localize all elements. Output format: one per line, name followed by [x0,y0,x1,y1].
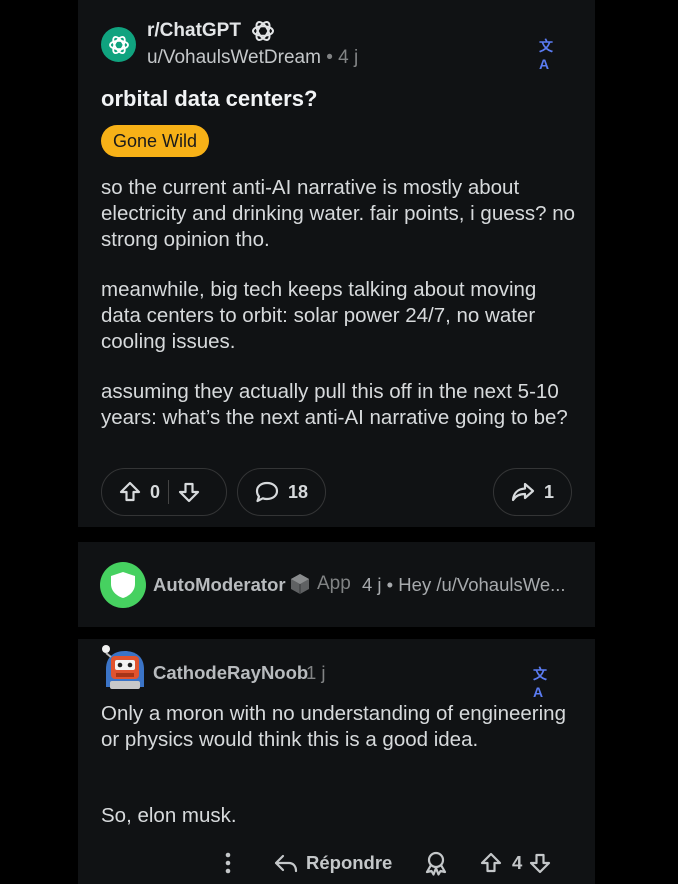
post-body-paragraph: meanwhile, big tech keeps talking about … [101,278,537,353]
translate-icon[interactable]: 文A [539,36,561,72]
automod-meta-preview: 4 j • Hey /u/VohaulsWe... [362,574,566,595]
automod-avatar[interactable] [100,562,146,608]
comment-time: 1 j [306,662,326,683]
reply-label: Répondre [306,852,393,873]
award-icon [425,851,447,876]
upvote-icon[interactable] [118,480,142,504]
post-body-paragraph: so the current anti-AI narrative is most… [101,176,576,251]
downvote-icon[interactable] [528,851,552,875]
openai-flair-icon [250,18,276,44]
post-title[interactable]: orbital data centers? [101,86,317,112]
share-count: 1 [544,481,555,502]
comment-body-paragraph: So, elon musk. [101,804,237,827]
subreddit-name[interactable]: r/ChatGPT [147,20,241,42]
translate-icon[interactable]: 文A [533,664,555,700]
upvote-icon[interactable] [479,851,503,875]
app-badge: App [288,572,351,596]
share-arrow-icon [511,482,535,502]
app-label: App [317,573,351,594]
vote-divider [168,480,170,504]
downvote-icon[interactable] [177,480,201,504]
post-author-line: u/VohaulsWetDream • 4 j [147,47,358,69]
comment-card: CathodeRayNoob 1 j 文A Only a moron with … [78,639,595,884]
award-button[interactable] [423,848,449,878]
post-flair[interactable]: Gone Wild [101,125,210,157]
separator-dot: • [326,47,333,68]
comment-bubble-icon [255,481,279,503]
post-card[interactable]: r/ChatGPT u/VohaulsWetDream • 4 j 文A orb… [78,0,595,527]
comments-button[interactable]: 18 [237,468,326,516]
more-vertical-icon [225,852,231,874]
app-cube-icon [291,574,309,594]
comment-author[interactable]: CathodeRayNoob [153,662,308,684]
user-avatar[interactable] [98,641,146,693]
automod-comment-collapsed[interactable]: AutoModerator App 4 j • Hey /u/VohaulsWe… [78,542,595,627]
post-author[interactable]: u/VohaulsWetDream [147,47,321,68]
reply-button[interactable]: Répondre [273,848,392,878]
vote-count: 0 [150,481,161,502]
more-options-button[interactable] [218,848,238,878]
comment-body-paragraph: Only a moron with no understanding of en… [101,702,566,751]
post-time: 4 j [338,47,359,68]
shield-icon [111,572,135,598]
comment-vote-count: 4 [512,852,523,873]
vote-control: 0 [101,468,227,516]
comment-vote-control: 4 [479,848,552,878]
reply-arrow-icon [274,854,298,873]
openai-logo-icon [108,35,129,54]
subreddit-icon[interactable] [101,27,136,62]
post-body-paragraph: assuming they actually pull this off in … [101,380,568,429]
automod-name[interactable]: AutoModerator [153,574,286,596]
share-button[interactable]: 1 [493,468,572,516]
comment-count: 18 [288,481,309,502]
